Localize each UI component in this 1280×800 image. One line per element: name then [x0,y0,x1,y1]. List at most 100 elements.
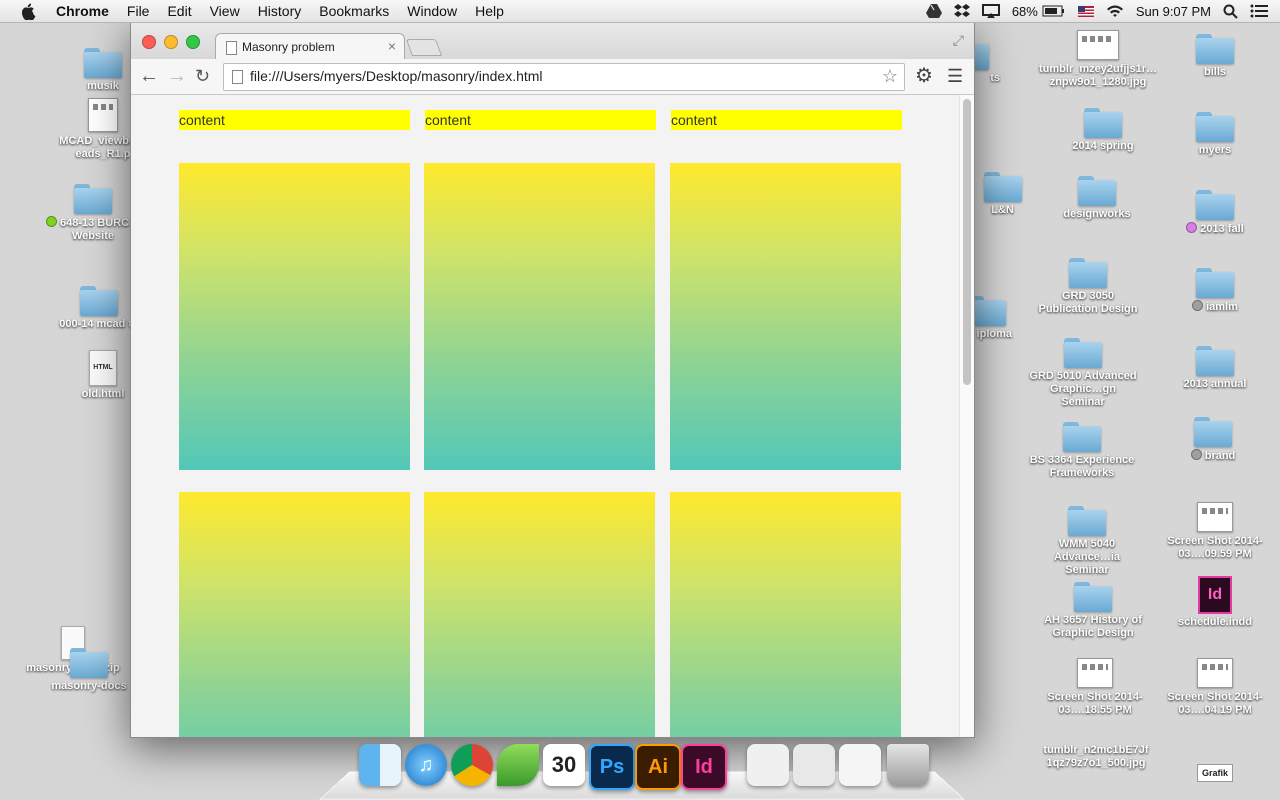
folder-icon [1196,34,1234,64]
folder-icon [1064,338,1102,368]
folder-icon [70,648,108,678]
address-bar[interactable]: file:///Users/myers/Desktop/masonry/inde… [223,63,905,91]
battery-icon[interactable] [1042,5,1066,17]
desktop-folder-designworks[interactable]: designworks [1042,176,1152,221]
menu-bookmarks[interactable]: Bookmarks [310,0,398,22]
folder-icon [80,286,118,316]
dropbox-icon[interactable] [953,4,970,18]
desktop-folder-iamlm[interactable]: iamlm [1160,268,1270,314]
desktop-file-tumblr-2[interactable]: tumblr_n2mc1bE7Jf 1qz79z7o1_500.jpg [1036,744,1156,770]
tag-dot-icon [45,216,57,227]
minimized-window-icon[interactable] [747,744,789,786]
photoshop-icon[interactable]: Ps [589,744,635,790]
wifi-icon[interactable] [1106,4,1124,18]
desktop-file-grafik[interactable]: Grafik [1160,764,1270,782]
folder-icon [84,48,122,78]
desktop-folder-ah3657[interactable]: AH 3657 History of Graphic Design [1038,582,1148,640]
app-menu[interactable]: Chrome [52,0,118,22]
finder-icon[interactable] [359,744,401,786]
indesign-icon[interactable]: Id [681,744,727,790]
menubar: Chrome File Edit View History Bookmarks … [0,0,1280,23]
fullscreen-icon[interactable]: ⤢ [953,32,964,49]
reload-icon[interactable]: ↻ [195,65,210,87]
image-thumbnail-icon [1077,658,1113,688]
apple-menu-icon[interactable] [20,2,38,20]
image-thumbnail-icon [1077,30,1119,60]
masonry-tile [424,492,655,737]
minimized-window-icon[interactable] [839,744,881,786]
flag-icon[interactable] [1077,5,1094,17]
desktop-folder-masonry-docs[interactable]: masonry-docs [34,648,144,693]
trash-icon[interactable] [887,744,929,786]
illustrator-icon[interactable]: Ai [635,744,681,790]
clock[interactable]: Sun 9:07 PM [1136,4,1211,19]
folder-icon [1063,422,1101,452]
menu-window[interactable]: Window [398,0,466,22]
desktop-folder-2013-annual[interactable]: 2013 annual [1160,346,1270,391]
desktop-folder-myers[interactable]: myers [1160,112,1270,157]
content-label: content [671,110,902,130]
folder-icon [1196,346,1234,376]
menu-file[interactable]: File [118,0,159,22]
calendar-icon[interactable]: 30 [543,744,585,786]
desktop-folder-bs3364[interactable]: BS 3364 Experience Frameworks [1027,422,1137,480]
folder-icon [1084,108,1122,138]
browser-tab[interactable]: Masonry problem × [215,33,405,60]
itunes-icon[interactable]: ♫ [405,744,447,786]
browser-toolbar: ← → ↻ file:///Users/myers/Desktop/masonr… [131,59,974,95]
masonry-tile [179,492,410,737]
html-file-icon: HTML [89,350,117,386]
tag-dot-icon [1192,300,1204,311]
close-tab-icon[interactable]: × [388,38,396,54]
desktop-file-schedule-indd[interactable]: Id schedule.indd [1160,576,1270,629]
page-icon [232,70,243,84]
desktop-file-screenshot-1855[interactable]: Screen Shot 2014-03….18.55 PM [1040,658,1150,717]
chrome-icon[interactable] [451,744,493,786]
close-window-button[interactable] [142,35,156,49]
desktop-folder-grd3050[interactable]: GRD 3050 Publication Design [1033,258,1143,316]
folder-icon [1068,506,1106,536]
folder-icon [1196,112,1234,142]
desktop-file-screenshot-0419[interactable]: Screen Shot 2014-03….04.19 PM [1160,658,1270,717]
masonry-tile [670,163,901,470]
back-arrow-icon[interactable]: ← [139,65,159,87]
leaf-icon[interactable] [497,744,539,786]
extension-gear-icon[interactable]: ⚙ [915,65,933,87]
menu-edit[interactable]: Edit [158,0,200,22]
desktop-folder-ln[interactable]: L&N [975,172,1030,217]
new-tab-button[interactable] [405,39,443,56]
tag-dot-icon [1190,449,1202,460]
desktop-folder-wmm5040[interactable]: WMM 5040 Advance…ia Seminar [1032,506,1142,577]
menu-view[interactable]: View [201,0,249,22]
scrollbar-thumb[interactable] [963,99,971,385]
minimized-window-icon[interactable] [793,744,835,786]
desktop-folder-grd5010[interactable]: GRD 5010 Advanced Graphic…gn Seminar [1028,338,1138,409]
masonry-tile [179,163,410,470]
google-drive-icon[interactable] [925,4,942,18]
bookmark-star-icon[interactable]: ☆ [882,66,898,87]
desktop-file-screenshot-0959[interactable]: Screen Shot 2014-03….09.59 PM [1160,502,1270,561]
indesign-file-icon: Id [1198,576,1232,614]
folder-icon [1196,268,1234,298]
forward-arrow-icon[interactable]: → [167,65,187,87]
menu-history[interactable]: History [249,0,311,22]
desktop-file-tumblr-1[interactable]: tumblr_mzey2ufjjs1r…znpw9o1_1280.jpg [1038,30,1158,89]
desktop-folder-bills[interactable]: bills [1160,34,1270,79]
window-controls [142,35,208,49]
image-thumbnail-icon: Grafik [1197,764,1233,782]
chrome-window: Masonry problem × ⤢ ← → ↻ file:///Users/… [130,22,975,738]
desktop-folder-brand[interactable]: brand [1158,417,1268,463]
url-text[interactable]: file:///Users/myers/Desktop/masonry/inde… [250,68,543,84]
airplay-icon[interactable] [981,4,1000,18]
menu-help[interactable]: Help [466,0,513,22]
desktop-folder-2013-fall[interactable]: 2013 fall [1160,190,1270,236]
notification-center-icon[interactable] [1250,4,1268,18]
spotlight-icon[interactable] [1223,4,1238,19]
chrome-menu-icon[interactable]: ☰ [947,65,963,87]
folder-icon [1196,190,1234,220]
minimize-window-button[interactable] [164,35,178,49]
zoom-window-button[interactable] [186,35,200,49]
dock: ♫ 30 Ps Ai Id [319,738,965,800]
desktop-folder-2014-spring[interactable]: 2014 spring [1048,108,1158,153]
scrollbar-track[interactable] [959,95,974,737]
